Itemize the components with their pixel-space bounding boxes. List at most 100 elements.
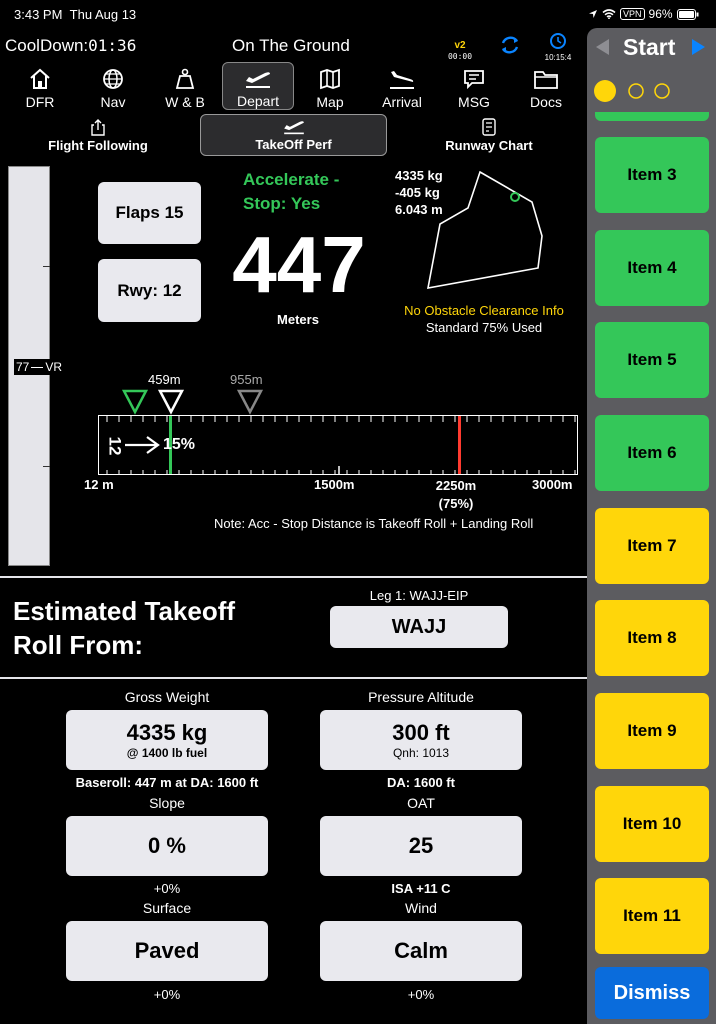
nav-dfr[interactable]: DFR	[4, 62, 76, 110]
clock-time: 10:15:4	[544, 53, 572, 62]
nav-label: Docs	[530, 94, 562, 110]
gross-weight-sub: @ 1400 lb fuel	[126, 746, 208, 760]
dismiss-button[interactable]: Dismiss	[595, 967, 709, 1019]
checklist-item-4[interactable]: Item 4	[595, 230, 709, 306]
page-dot	[628, 83, 644, 99]
location-icon	[589, 10, 597, 18]
message-icon	[464, 70, 484, 90]
sync-icon[interactable]	[498, 33, 522, 57]
slope-label: 15%	[163, 436, 196, 453]
surface-label: Surface	[142, 900, 192, 916]
takeoff-icon	[283, 121, 304, 135]
globe-icon	[103, 69, 123, 89]
nav-weight-balance[interactable]: W & B	[149, 62, 221, 110]
list-item-partial[interactable]	[595, 112, 709, 121]
nav-arrival[interactable]: Arrival	[366, 62, 438, 110]
forward-arrow-icon[interactable]	[689, 38, 707, 56]
surface-button[interactable]: Paved	[66, 921, 268, 981]
wind-correction: +0%	[407, 987, 435, 1002]
slope-param-label: Slope	[149, 795, 185, 811]
nav-map[interactable]: Map	[294, 62, 366, 110]
runway-button[interactable]: Rwy: 12	[98, 259, 201, 322]
version-indicator: v2 00:00	[447, 40, 473, 61]
runway-end-label: 3000m	[532, 477, 573, 492]
flaps-button[interactable]: Flaps 15	[98, 182, 201, 244]
nav-label: Depart	[236, 93, 280, 109]
divider	[0, 576, 588, 578]
checklist-item-7[interactable]: Item 7	[595, 508, 709, 584]
pressure-alt-button[interactable]: 300 ft Qnh: 1013	[320, 710, 522, 770]
page-dot	[654, 83, 670, 99]
tab-label: Flight Following	[48, 138, 148, 153]
takeoff-distance: 447	[232, 220, 366, 309]
page-dot-active	[594, 80, 616, 102]
checklist-item-5[interactable]: Item 5	[595, 322, 709, 398]
weight-icon	[175, 68, 195, 89]
landing-icon	[390, 71, 414, 89]
tab-label: TakeOff Perf	[255, 137, 332, 152]
vpn-badge: VPN	[620, 8, 645, 20]
checklist-item-9[interactable]: Item 9	[595, 693, 709, 769]
gross-weight-label: Gross Weight	[124, 689, 210, 705]
arrow-right-icon	[125, 436, 160, 454]
vr-label: VR	[45, 360, 63, 374]
green-marker	[121, 389, 149, 415]
vr-speed: 77	[16, 360, 30, 374]
tab-takeoff-perf[interactable]: TakeOff Perf	[200, 114, 387, 156]
gross-weight-button[interactable]: 4335 kg @ 1400 lb fuel	[66, 710, 268, 770]
runway-number: 12	[105, 436, 125, 456]
clock-widget[interactable]: 10:15:4	[540, 32, 576, 62]
runway-mid-label: 1500m	[314, 477, 355, 492]
chart-icon	[482, 118, 496, 136]
nav-msg[interactable]: MSG	[438, 62, 510, 110]
nav-depart[interactable]: Depart	[222, 62, 294, 110]
divider	[0, 677, 588, 679]
weight-envelope-chart	[426, 170, 543, 289]
share-icon	[91, 119, 105, 136]
baseroll-info: Baseroll: 447 m at DA: 1600 ft	[75, 775, 259, 790]
oat-button[interactable]: 25	[320, 816, 522, 876]
nav-nav[interactable]: Nav	[77, 62, 149, 110]
leg-label: Leg 1: WAJJ-EIP	[369, 588, 469, 603]
nav-label: Map	[316, 94, 344, 110]
estimate-title: Estimated Takeoff Roll From:	[13, 596, 236, 660]
home-icon	[30, 68, 50, 89]
runway-markers	[121, 389, 264, 415]
checklist-item-3[interactable]: Item 3	[595, 137, 709, 213]
marker1-label: 459m	[148, 372, 181, 387]
wifi-icon	[602, 9, 616, 19]
accel-stop-status: Accelerate - Stop: Yes	[243, 170, 340, 213]
runway-bar: 12 15%	[98, 415, 578, 475]
nav-docs[interactable]: Docs	[510, 62, 582, 110]
checklist-item-11[interactable]: Item 11	[595, 878, 709, 954]
tab-flight-following[interactable]: Flight Following	[40, 114, 156, 156]
page-dots	[594, 80, 670, 102]
nav-label: Arrival	[382, 94, 422, 110]
runway-limit-label: 2250m (75%)	[435, 478, 477, 511]
oat-label: OAT	[407, 795, 435, 811]
status-icons: VPN 96%	[588, 7, 699, 21]
tab-label: Runway Chart	[445, 138, 533, 153]
back-arrow-icon[interactable]	[594, 38, 612, 56]
battery-icon	[676, 8, 699, 20]
checklist-item-8[interactable]: Item 8	[595, 600, 709, 676]
wind-label: Wind	[405, 900, 437, 916]
folder-icon	[534, 71, 558, 89]
nav-label: DFR	[25, 94, 55, 110]
white-marker	[157, 389, 185, 415]
tape-tick	[43, 266, 50, 267]
pressure-alt-label: Pressure Altitude	[368, 689, 474, 705]
surface-correction: +0%	[153, 987, 181, 1002]
battery-percent: 96%	[648, 7, 673, 21]
qnh-value: Qnh: 1013	[392, 746, 450, 760]
wind-button[interactable]: Calm	[320, 921, 522, 981]
clock-icon	[550, 33, 566, 49]
checklist-item-6[interactable]: Item 6	[595, 415, 709, 491]
tab-runway-chart[interactable]: Runway Chart	[436, 114, 542, 156]
slope-button[interactable]: 0 %	[66, 816, 268, 876]
airport-button[interactable]: WAJJ	[330, 606, 508, 648]
status-time: 3:43 PM Thu Aug 13	[14, 7, 137, 22]
gross-weight-value: 4335 kg	[126, 720, 208, 745]
runway-start-label: 12 m	[84, 477, 114, 492]
checklist-item-10[interactable]: Item 10	[595, 786, 709, 862]
